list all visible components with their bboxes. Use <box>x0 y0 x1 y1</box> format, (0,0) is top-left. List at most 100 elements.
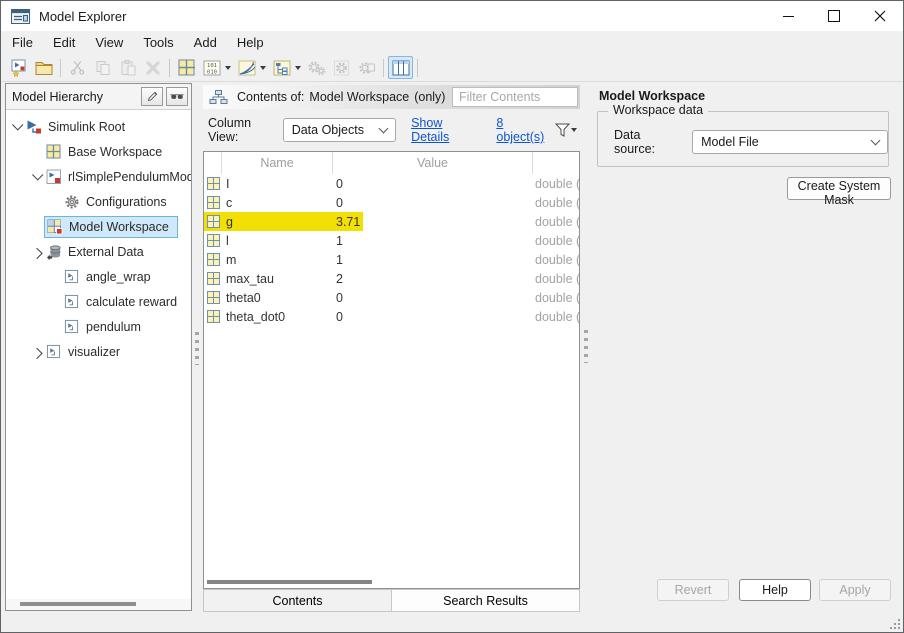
row-value: 0 <box>332 291 532 305</box>
toolbar-separator <box>417 59 418 77</box>
revert-button[interactable]: Revert <box>657 579 729 601</box>
type-column-header[interactable] <box>532 152 579 174</box>
chevron-right-icon[interactable] <box>28 348 46 356</box>
row-value: 1 <box>332 253 532 267</box>
table-row-highlighted[interactable]: g 3.71 double (au <box>204 212 579 231</box>
edit-hierarchy-button[interactable] <box>141 87 163 106</box>
column-view-select[interactable]: Data Objects <box>283 118 396 142</box>
tree-item-base-workspace[interactable]: Base Workspace <box>6 139 191 164</box>
delete-button[interactable] <box>140 56 165 79</box>
data-source-value: Model File <box>701 135 759 149</box>
subsystem-icon <box>64 319 81 334</box>
left-splitter-handle[interactable] <box>195 332 199 365</box>
copy-button[interactable] <box>90 56 115 79</box>
table-row[interactable]: c 0 double (au <box>204 193 579 212</box>
menu-tools[interactable]: Tools <box>133 33 183 52</box>
bottom-tabs: Contents Search Results <box>203 589 580 612</box>
row-type: double (au <box>532 310 579 324</box>
tree-item-calculate-reward[interactable]: calculate reward <box>6 289 191 314</box>
menu-file[interactable]: File <box>2 33 43 52</box>
row-value: 2 <box>332 272 532 286</box>
row-type: double (au <box>532 177 579 191</box>
menu-edit[interactable]: Edit <box>43 33 85 52</box>
gear-button[interactable] <box>329 56 354 79</box>
minimize-button[interactable] <box>765 1 811 31</box>
table-row[interactable]: theta_dot0 0 double (au <box>204 307 579 326</box>
row-type: double (au <box>532 291 579 305</box>
chevron-down-icon[interactable] <box>8 123 26 131</box>
hierarchy-view-button[interactable] <box>269 56 294 79</box>
row-type: double (au <box>532 253 579 267</box>
code-variables-button[interactable]: 101010 <box>199 56 224 79</box>
table-row[interactable]: l 1 double (au <box>204 231 579 250</box>
filter-contents-input[interactable] <box>452 87 578 107</box>
maximize-button[interactable] <box>811 1 857 31</box>
tree-item-label: visualizer <box>68 345 120 359</box>
help-button[interactable]: Help <box>739 579 811 601</box>
resize-grip[interactable] <box>889 618 900 629</box>
right-splitter-handle[interactable] <box>584 330 588 363</box>
data-object-icon <box>204 177 221 190</box>
dropdown-arrow[interactable] <box>225 66 231 70</box>
show-details-link[interactable]: Show Details <box>411 116 474 144</box>
table-row[interactable]: I 0 double (au <box>204 174 579 193</box>
tab-contents[interactable]: Contents <box>204 590 392 611</box>
name-column-header[interactable]: Name <box>221 152 332 174</box>
gears-button[interactable] <box>304 56 329 79</box>
table-row[interactable]: max_tau 2 double (au <box>204 269 579 288</box>
tree-item-pendulum[interactable]: pendulum <box>6 314 191 339</box>
chevron-down-icon[interactable] <box>28 173 46 181</box>
dropdown-arrow[interactable] <box>260 66 266 70</box>
dropdown-arrow[interactable] <box>295 66 301 70</box>
hscroll-thumb[interactable] <box>20 602 136 606</box>
chevron-right-icon[interactable] <box>28 248 46 256</box>
open-folder-icon <box>35 60 53 76</box>
menu-help[interactable]: Help <box>227 33 274 52</box>
tree-item-model-workspace[interactable]: Model Workspace <box>6 214 191 239</box>
workspace-grid-icon <box>178 59 195 76</box>
menu-view[interactable]: View <box>85 33 133 52</box>
paste-icon <box>120 60 136 76</box>
cut-button[interactable] <box>65 56 90 79</box>
data-source-select[interactable]: Model File <box>692 130 888 154</box>
tab-search-results[interactable]: Search Results <box>392 590 579 611</box>
hscroll-thumb[interactable] <box>207 580 372 584</box>
new-model-button[interactable] <box>6 56 31 79</box>
tree-item-configurations[interactable]: Configurations <box>6 189 191 214</box>
hierarchy-hscrollbar[interactable] <box>6 599 191 610</box>
tree-item-simulink-root[interactable]: Simulink Root <box>6 114 191 139</box>
row-name: g <box>221 215 332 229</box>
tree-item-label: calculate reward <box>86 295 177 309</box>
value-column-header[interactable]: Value <box>332 152 532 174</box>
binary-code-icon: 101010 <box>203 60 221 76</box>
table-row[interactable]: m 1 double (au <box>204 250 579 269</box>
tree-item-label: rlSimplePendulumModelN <box>68 170 191 184</box>
data-object-icon <box>204 272 221 285</box>
apply-button[interactable]: Apply <box>819 579 891 601</box>
data-object-icon <box>204 234 221 247</box>
menu-add[interactable]: Add <box>184 33 227 52</box>
tree-item-visualizer[interactable]: visualizer <box>6 339 191 364</box>
paste-button[interactable] <box>115 56 140 79</box>
selected-tree-item[interactable]: Model Workspace <box>44 216 178 238</box>
signal-curves-button[interactable] <box>234 56 259 79</box>
row-type: double (au <box>532 196 579 210</box>
gear-dialog-button[interactable] <box>354 56 379 79</box>
tree-item-model[interactable]: rlSimplePendulumModelN <box>6 164 191 189</box>
base-workspace-button[interactable] <box>174 56 199 79</box>
close-button[interactable] <box>857 1 903 31</box>
row-filter-button[interactable] <box>166 87 188 106</box>
row-type: double (au <box>532 215 579 229</box>
open-button[interactable] <box>31 56 56 79</box>
tree-item-angle-wrap[interactable]: angle_wrap <box>6 264 191 289</box>
tree-item-external-data[interactable]: External Data <box>6 239 191 264</box>
row-name: theta0 <box>221 291 332 305</box>
table-row[interactable]: theta0 0 double (au <box>204 288 579 307</box>
table-hscrollbar[interactable] <box>204 576 579 588</box>
filter-menu-button[interactable] <box>555 123 580 137</box>
object-count-link[interactable]: 8 object(s) <box>496 116 547 144</box>
tree-item-label: Model Workspace <box>69 220 169 234</box>
dialog-pane-columns-button[interactable] <box>388 56 413 79</box>
create-system-mask-button[interactable]: Create System Mask <box>787 177 891 200</box>
data-source-label: Data source: <box>614 128 684 156</box>
